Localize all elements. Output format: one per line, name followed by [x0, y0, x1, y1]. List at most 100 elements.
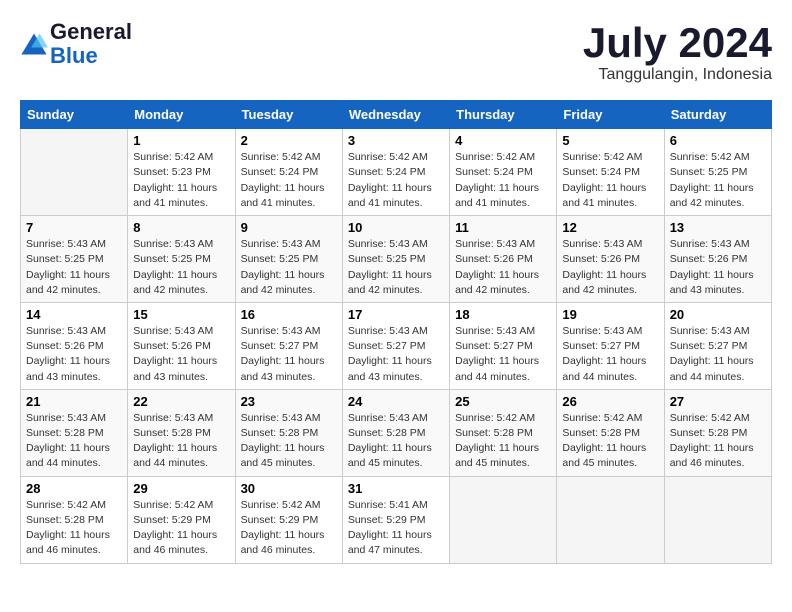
calendar-week-1: 1 Sunrise: 5:42 AM Sunset: 5:23 PM Daylig…	[21, 129, 772, 216]
day-number: 29	[133, 481, 229, 496]
day-header-monday: Monday	[128, 101, 235, 129]
calendar-cell: 5 Sunrise: 5:42 AM Sunset: 5:24 PM Daylig…	[557, 129, 664, 216]
day-number: 1	[133, 133, 229, 148]
day-detail: Sunrise: 5:43 AM Sunset: 5:28 PM Dayligh…	[26, 411, 122, 472]
calendar-cell: 11 Sunrise: 5:43 AM Sunset: 5:26 PM Dayli…	[450, 216, 557, 303]
day-detail: Sunrise: 5:42 AM Sunset: 5:28 PM Dayligh…	[562, 411, 658, 472]
day-number: 27	[670, 394, 766, 409]
day-number: 17	[348, 307, 444, 322]
day-number: 30	[241, 481, 337, 496]
calendar-cell: 7 Sunrise: 5:43 AM Sunset: 5:25 PM Daylig…	[21, 216, 128, 303]
day-number: 22	[133, 394, 229, 409]
day-detail: Sunrise: 5:42 AM Sunset: 5:24 PM Dayligh…	[455, 150, 551, 211]
day-detail: Sunrise: 5:42 AM Sunset: 5:23 PM Dayligh…	[133, 150, 229, 211]
day-detail: Sunrise: 5:43 AM Sunset: 5:25 PM Dayligh…	[241, 237, 337, 298]
calendar-cell: 24Sunrise: 5:43 AM Sunset: 5:28 PM Dayli…	[342, 389, 449, 476]
calendar-cell	[450, 476, 557, 563]
calendar-cell: 22 Sunrise: 5:43 AM Sunset: 5:28 PM Dayli…	[128, 389, 235, 476]
month-title: July 2024	[583, 20, 772, 66]
subtitle: Tanggulangin, Indonesia	[583, 66, 772, 84]
day-number: 24	[348, 394, 444, 409]
day-detail: Sunrise: 5:42 AM Sunset: 5:24 PM Dayligh…	[348, 150, 444, 211]
logo-text: General Blue	[50, 20, 132, 68]
day-detail: Sunrise: 5:43 AM Sunset: 5:27 PM Dayligh…	[241, 324, 337, 385]
day-header-sunday: Sunday	[21, 101, 128, 129]
day-detail: Sunrise: 5:43 AM Sunset: 5:26 PM Dayligh…	[26, 324, 122, 385]
calendar-cell: 3 Sunrise: 5:42 AM Sunset: 5:24 PM Daylig…	[342, 129, 449, 216]
day-detail: Sunrise: 5:43 AM Sunset: 5:25 PM Dayligh…	[26, 237, 122, 298]
day-number: 3	[348, 133, 444, 148]
day-number: 13	[670, 220, 766, 235]
day-number: 15	[133, 307, 229, 322]
logo-blue: Blue	[50, 43, 98, 68]
calendar-cell: 31Sunrise: 5:41 AM Sunset: 5:29 PM Dayli…	[342, 476, 449, 563]
day-detail: Sunrise: 5:43 AM Sunset: 5:26 PM Dayligh…	[670, 237, 766, 298]
day-detail: Sunrise: 5:43 AM Sunset: 5:26 PM Dayligh…	[455, 237, 551, 298]
day-detail: Sunrise: 5:43 AM Sunset: 5:27 PM Dayligh…	[562, 324, 658, 385]
calendar-cell: 25Sunrise: 5:42 AM Sunset: 5:28 PM Dayli…	[450, 389, 557, 476]
calendar-cell: 19 Sunrise: 5:43 AM Sunset: 5:27 PM Dayli…	[557, 302, 664, 389]
calendar-cell: 15 Sunrise: 5:43 AM Sunset: 5:26 PM Dayli…	[128, 302, 235, 389]
day-detail: Sunrise: 5:42 AM Sunset: 5:25 PM Dayligh…	[670, 150, 766, 211]
day-number: 4	[455, 133, 551, 148]
calendar-cell: 13 Sunrise: 5:43 AM Sunset: 5:26 PM Dayli…	[664, 216, 771, 303]
day-number: 23	[241, 394, 337, 409]
day-number: 18	[455, 307, 551, 322]
calendar-cell: 30Sunrise: 5:42 AM Sunset: 5:29 PM Dayli…	[235, 476, 342, 563]
day-detail: Sunrise: 5:42 AM Sunset: 5:24 PM Dayligh…	[241, 150, 337, 211]
title-block: July 2024 Tanggulangin, Indonesia	[583, 20, 772, 84]
day-number: 16	[241, 307, 337, 322]
day-number: 9	[241, 220, 337, 235]
day-header-tuesday: Tuesday	[235, 101, 342, 129]
day-number: 26	[562, 394, 658, 409]
day-header-friday: Friday	[557, 101, 664, 129]
day-number: 12	[562, 220, 658, 235]
calendar-cell: 26 Sunrise: 5:42 AM Sunset: 5:28 PM Dayli…	[557, 389, 664, 476]
day-number: 5	[562, 133, 658, 148]
day-detail: Sunrise: 5:42 AM Sunset: 5:28 PM Dayligh…	[26, 498, 122, 559]
calendar-table: SundayMondayTuesdayWednesdayThursdayFrid…	[20, 100, 772, 563]
calendar-cell: 23Sunrise: 5:43 AM Sunset: 5:28 PM Dayli…	[235, 389, 342, 476]
day-number: 21	[26, 394, 122, 409]
day-detail: Sunrise: 5:42 AM Sunset: 5:28 PM Dayligh…	[670, 411, 766, 472]
calendar-cell	[557, 476, 664, 563]
day-detail: Sunrise: 5:42 AM Sunset: 5:24 PM Dayligh…	[562, 150, 658, 211]
calendar-cell: 2 Sunrise: 5:42 AM Sunset: 5:24 PM Daylig…	[235, 129, 342, 216]
calendar-week-3: 14Sunrise: 5:43 AM Sunset: 5:26 PM Dayli…	[21, 302, 772, 389]
calendar-header-row: SundayMondayTuesdayWednesdayThursdayFrid…	[21, 101, 772, 129]
day-detail: Sunrise: 5:43 AM Sunset: 5:28 PM Dayligh…	[133, 411, 229, 472]
day-number: 20	[670, 307, 766, 322]
day-detail: Sunrise: 5:43 AM Sunset: 5:27 PM Dayligh…	[348, 324, 444, 385]
day-number: 11	[455, 220, 551, 235]
calendar-cell: 17 Sunrise: 5:43 AM Sunset: 5:27 PM Dayli…	[342, 302, 449, 389]
day-number: 28	[26, 481, 122, 496]
day-number: 19	[562, 307, 658, 322]
logo-icon	[20, 30, 48, 58]
day-number: 10	[348, 220, 444, 235]
day-detail: Sunrise: 5:43 AM Sunset: 5:26 PM Dayligh…	[562, 237, 658, 298]
day-detail: Sunrise: 5:43 AM Sunset: 5:26 PM Dayligh…	[133, 324, 229, 385]
calendar-cell: 12 Sunrise: 5:43 AM Sunset: 5:26 PM Dayli…	[557, 216, 664, 303]
day-number: 6	[670, 133, 766, 148]
day-number: 7	[26, 220, 122, 235]
page-header: General Blue July 2024 Tanggulangin, Ind…	[20, 20, 772, 84]
calendar-week-5: 28 Sunrise: 5:42 AM Sunset: 5:28 PM Dayli…	[21, 476, 772, 563]
day-detail: Sunrise: 5:43 AM Sunset: 5:25 PM Dayligh…	[133, 237, 229, 298]
day-header-thursday: Thursday	[450, 101, 557, 129]
calendar-cell: 18Sunrise: 5:43 AM Sunset: 5:27 PM Dayli…	[450, 302, 557, 389]
calendar-cell: 16 Sunrise: 5:43 AM Sunset: 5:27 PM Dayli…	[235, 302, 342, 389]
calendar-cell: 9 Sunrise: 5:43 AM Sunset: 5:25 PM Daylig…	[235, 216, 342, 303]
calendar-week-2: 7 Sunrise: 5:43 AM Sunset: 5:25 PM Daylig…	[21, 216, 772, 303]
day-number: 8	[133, 220, 229, 235]
day-number: 31	[348, 481, 444, 496]
day-number: 2	[241, 133, 337, 148]
calendar-cell: 14Sunrise: 5:43 AM Sunset: 5:26 PM Dayli…	[21, 302, 128, 389]
calendar-cell: 27 Sunrise: 5:42 AM Sunset: 5:28 PM Dayli…	[664, 389, 771, 476]
calendar-cell: 29 Sunrise: 5:42 AM Sunset: 5:29 PM Dayli…	[128, 476, 235, 563]
calendar-cell: 8 Sunrise: 5:43 AM Sunset: 5:25 PM Daylig…	[128, 216, 235, 303]
logo-general: General	[50, 19, 132, 44]
day-detail: Sunrise: 5:42 AM Sunset: 5:29 PM Dayligh…	[133, 498, 229, 559]
calendar-cell	[21, 129, 128, 216]
calendar-cell: 28 Sunrise: 5:42 AM Sunset: 5:28 PM Dayli…	[21, 476, 128, 563]
calendar-cell: 6 Sunrise: 5:42 AM Sunset: 5:25 PM Daylig…	[664, 129, 771, 216]
